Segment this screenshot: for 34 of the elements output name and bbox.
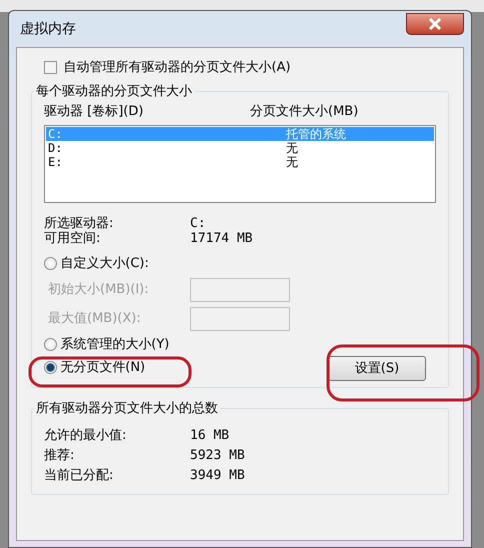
total-label: 推荐: — [44, 446, 76, 465]
window-title: 虚拟内存 — [19, 20, 76, 38]
column-header: 驱动器 [卷标](D) — [44, 103, 144, 121]
info-label: 所选驱动器: — [44, 216, 114, 231]
checkbox[interactable] — [44, 61, 57, 74]
close-button[interactable] — [406, 13, 464, 35]
field-label: 初始大小(MB)(I): — [47, 281, 150, 299]
info-label: 可用空间: — [44, 230, 102, 246]
radio-button[interactable] — [44, 338, 57, 352]
list-row[interactable]: D: 无 — [46, 140, 434, 155]
drive-cell-text: E: — [47, 154, 64, 169]
list-row[interactable]: E: 无 — [46, 154, 434, 169]
info-value: C: — [190, 216, 206, 231]
radio-button[interactable] — [44, 361, 57, 374]
size-cell: 无 — [286, 154, 298, 169]
checkbox-label[interactable]: 自动管理所有驱动器的分页文件大小(A) — [64, 58, 291, 78]
drive-list[interactable]: C: 托管的系统 D: 无 E: 无 — [44, 124, 436, 203]
radio-label[interactable]: 系统管理的大小(Y) — [60, 335, 170, 354]
info-value: 17174 MB — [190, 230, 253, 246]
close-icon — [428, 18, 442, 30]
total-value: 16 MB — [190, 426, 230, 445]
total-label: 允许的最小值: — [44, 426, 128, 445]
field-label: 最大值(MB)(X): — [47, 310, 142, 328]
total-value: 5923 MB — [190, 446, 245, 465]
size-cell: 托管的系统 — [286, 126, 346, 141]
radio-label[interactable]: 自定义大小(C): — [60, 254, 149, 274]
size-cell: 无 — [286, 140, 298, 155]
total-label: 当前已分配: — [44, 466, 114, 485]
total-value: 3949 MB — [190, 466, 245, 485]
radio-button[interactable] — [44, 257, 57, 270]
settings-button[interactable]: 设置(S) — [328, 356, 426, 382]
drive-cell-text: C: — [47, 126, 64, 141]
column-header: 分页文件大小(MB) — [250, 103, 358, 121]
drive-cell-text: D: — [47, 140, 64, 155]
